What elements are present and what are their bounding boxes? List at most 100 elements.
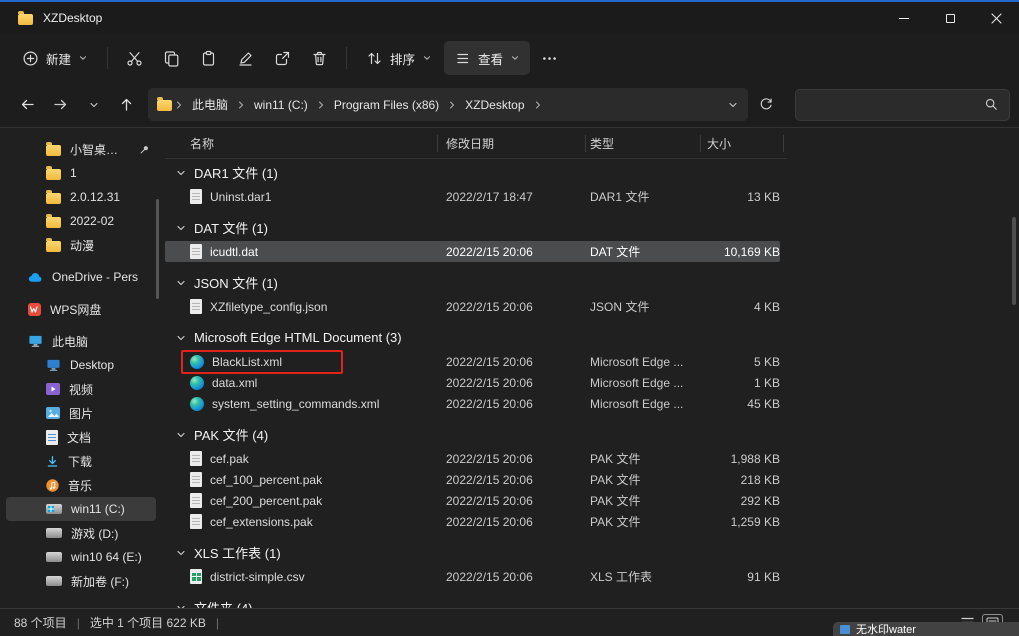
folder-icon	[46, 169, 61, 180]
sidebar-item-dongman[interactable]: 动漫	[6, 233, 156, 257]
sidebar-item-downloads[interactable]: 下载	[6, 449, 156, 473]
delete-button[interactable]	[302, 41, 337, 75]
group-header[interactable]: Microsoft Edge HTML Document (3)	[165, 324, 1019, 351]
pin-icon	[139, 144, 150, 155]
file-list-scrollbar-thumb[interactable]	[1012, 217, 1016, 305]
copy-button[interactable]	[154, 41, 189, 75]
file-row[interactable]: cef_extensions.pak 2022/2/15 20:06 PAK 文…	[165, 511, 780, 532]
sort-button-label: 排序	[390, 49, 415, 68]
share-button[interactable]	[265, 41, 300, 75]
cut-button[interactable]	[117, 41, 152, 75]
group-header[interactable]: DAR1 文件 (1)	[165, 159, 1019, 186]
breadcrumb-win11-c[interactable]: win11 (C:)	[248, 95, 314, 115]
file-row[interactable]: cef.pak 2022/2/15 20:06 PAK 文件 1,988 KB	[165, 448, 780, 469]
new-button[interactable]: 新建	[12, 41, 98, 75]
column-separator[interactable]	[700, 135, 701, 152]
sidebar-item-1[interactable]: 1	[6, 161, 156, 185]
close-button[interactable]	[973, 2, 1019, 34]
file-row[interactable]: cef_100_percent.pak 2022/2/15 20:06 PAK …	[165, 469, 780, 490]
sidebar-item-new-volume-f[interactable]: 新加卷 (F:)	[6, 569, 156, 593]
file-name: cef_extensions.pak	[210, 515, 313, 529]
recent-locations-button[interactable]	[78, 89, 109, 120]
sidebar-item-documents[interactable]: 文档	[6, 425, 156, 449]
sidebar-item-wps-cloud[interactable]: WPS网盘	[6, 297, 156, 321]
refresh-button[interactable]	[750, 89, 781, 120]
folder-icon	[46, 145, 61, 156]
sidebar-item-desktop[interactable]: Desktop	[6, 353, 156, 377]
sidebar-item-2-0-12-31[interactable]: 2.0.12.31	[6, 185, 156, 209]
group-header[interactable]: DAT 文件 (1)	[165, 214, 1019, 241]
rename-icon	[237, 50, 254, 67]
file-row[interactable]: district-simple.csv 2022/2/15 20:06 XLS …	[165, 566, 780, 587]
sidebar-item-win11-c[interactable]: win11 (C:)	[6, 497, 156, 521]
group-header[interactable]: JSON 文件 (1)	[165, 269, 1019, 296]
sidebar-item-pictures[interactable]: 图片	[6, 401, 156, 425]
file-size: 45 KB	[705, 397, 780, 411]
address-bar-row: 此电脑 win11 (C:) Program Files (x86) XZDes…	[0, 82, 1019, 128]
file-row[interactable]: XZfiletype_config.json 2022/2/15 20:06 J…	[165, 296, 780, 317]
paste-button[interactable]	[191, 41, 226, 75]
window-folder-icon	[18, 14, 33, 25]
chevron-down-icon	[175, 277, 187, 289]
minimize-button[interactable]	[881, 2, 927, 34]
column-header-name[interactable]: 名称	[165, 135, 446, 152]
file-row-selected[interactable]: icudtl.dat 2022/2/15 20:06 DAT 文件 10,169…	[165, 241, 780, 262]
file-type: PAK 文件	[590, 471, 705, 488]
edge-icon	[190, 397, 204, 411]
back-button[interactable]	[12, 89, 43, 120]
watermark-fragment: 无水印water	[833, 622, 1019, 636]
file-name: district-simple.csv	[210, 570, 305, 584]
downloads-icon	[46, 455, 59, 468]
file-row[interactable]: cef_200_percent.pak 2022/2/15 20:06 PAK …	[165, 490, 780, 511]
ellipsis-icon	[541, 50, 558, 67]
file-row[interactable]: data.xml 2022/2/15 20:06 Microsoft Edge …	[165, 372, 780, 393]
file-type: DAR1 文件	[590, 188, 705, 205]
file-row[interactable]: system_setting_commands.xml 2022/2/15 20…	[165, 393, 780, 414]
copy-icon	[163, 50, 180, 67]
maximize-button[interactable]	[927, 2, 973, 34]
sidebar-item-music[interactable]: 音乐	[6, 473, 156, 497]
sidebar-item-games-d[interactable]: 游戏 (D:)	[6, 521, 156, 545]
sidebar-item-2022-02[interactable]: 2022-02	[6, 209, 156, 233]
address-dropdown-button[interactable]	[727, 99, 739, 111]
breadcrumb-xzdesktop[interactable]: XZDesktop	[459, 95, 530, 115]
column-separator[interactable]	[585, 135, 586, 152]
column-header-type[interactable]: 类型	[590, 135, 705, 152]
sidebar-item-videos[interactable]: 视频	[6, 377, 156, 401]
column-separator[interactable]	[437, 135, 438, 152]
more-button[interactable]	[532, 41, 567, 75]
documents-icon	[46, 430, 58, 445]
arrow-left-icon	[19, 96, 36, 113]
group-header[interactable]: 文件夹 (4)	[165, 594, 1019, 608]
caption-buttons	[881, 2, 1019, 34]
file-row-annotated[interactable]: BlackList.xml 2022/2/15 20:06 Microsoft …	[165, 351, 780, 372]
forward-button[interactable]	[45, 89, 76, 120]
content-area: 小智桌面安装 1 2.0.12.31 2022-02 动漫 OneDri	[0, 128, 1019, 608]
up-button[interactable]	[111, 89, 142, 120]
breadcrumb-program-files-x86[interactable]: Program Files (x86)	[328, 95, 445, 115]
file-type: DAT 文件	[590, 243, 705, 260]
file-type: JSON 文件	[590, 298, 705, 315]
file-name: system_setting_commands.xml	[212, 397, 379, 411]
sidebar-item-onedrive[interactable]: OneDrive - Pers	[6, 265, 156, 289]
sort-button[interactable]: 排序	[356, 41, 442, 75]
file-row[interactable]: Uninst.dar1 2022/2/17 18:47 DAR1 文件 13 K…	[165, 186, 780, 207]
column-separator[interactable]	[783, 135, 784, 152]
sidebar-item-xiaozhi-folder[interactable]: 小智桌面安装	[6, 137, 156, 161]
search-input[interactable]	[795, 89, 1010, 121]
column-header-date[interactable]: 修改日期	[446, 135, 590, 152]
breadcrumb-this-pc[interactable]: 此电脑	[186, 93, 234, 116]
scissors-icon	[126, 50, 143, 67]
maximize-icon	[946, 14, 955, 23]
sidebar-scrollbar-thumb[interactable]	[156, 199, 159, 299]
file-date: 2022/2/15 20:06	[446, 452, 590, 466]
sidebar-item-win10-e[interactable]: win10 64 (E:)	[6, 545, 156, 569]
rename-button[interactable]	[228, 41, 263, 75]
group-header[interactable]: XLS 工作表 (1)	[165, 539, 1019, 566]
view-button[interactable]: 查看	[444, 41, 530, 75]
column-header-size[interactable]: 大小	[705, 135, 780, 152]
file-date: 2022/2/15 20:06	[446, 473, 590, 487]
group-header[interactable]: PAK 文件 (4)	[165, 421, 1019, 448]
sidebar-item-this-pc[interactable]: 此电脑	[6, 329, 156, 353]
file-type: XLS 工作表	[590, 568, 705, 585]
